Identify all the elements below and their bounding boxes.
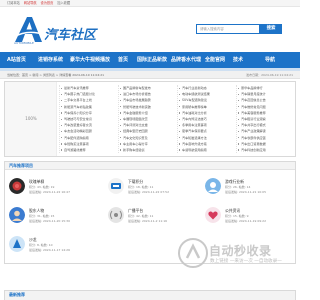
avatar[interactable] (108, 178, 124, 194)
member-last-post: 最后发帖: 2024-11-21 10:05 (225, 190, 266, 194)
member-stats: 积分: 8, 帖数: 10 (29, 243, 53, 247)
member-last-post: 最后发帖: 2024-11-17 14:26 (29, 248, 70, 252)
member-stats: 积分: 18, 帖数: 11 (128, 185, 154, 189)
member-last-post: 最后发帖: 2024-11-22 07:52 (128, 190, 169, 194)
watermark-logo-icon (178, 238, 208, 268)
nav-item-perfume[interactable]: 品牌香水代理 (171, 52, 201, 68)
member-card[interactable]: 广播平台 积分: 42, 帖数: 11 最后发帖: 2024-11-2 11:1… (108, 207, 188, 229)
nav-item-guide[interactable]: 导航 (265, 52, 275, 68)
nav-item-inventory[interactable]: 进销存系统 (38, 52, 63, 68)
topbar-link-sitemap[interactable]: 网站导航 (24, 1, 37, 5)
news-column-2: 国产品牌新车型发布 进口车市场分析报告 汽车后市场发展趋势 智能驾驶技术新突破 … (118, 85, 176, 153)
person-avatar-icon (9, 207, 25, 223)
top-utility-bar: 订阅本站 网站导航 设为首页 加入收藏 (0, 0, 300, 7)
news-link[interactable]: 新手购车经验谈 (119, 147, 176, 153)
main-navigation: A站首页 进销存系统 豪华大牛视频播放 首页 国际正品新款 品牌香水代理 全能官… (0, 52, 300, 68)
news-column-3: 汽车行业最新动态 电动车续航测试结果 SUV车型选购建议 家用轿车推荐榜单 汽车… (177, 85, 235, 153)
page: 订阅本站 网站导航 设为首页 加入收藏 汽车社区 AUTOMOBILE 请输入搜… (0, 0, 300, 300)
search-button[interactable]: 搜索 (260, 24, 282, 34)
nav-item-index[interactable]: 首页 (118, 52, 128, 68)
member-stats: 积分: 42, 帖数: 11 (128, 214, 154, 218)
nav-item-video[interactable]: 豪华大牛视频播放 (70, 52, 110, 68)
featured-news-block: 100% 最新汽车资讯推荐 汽车圈子热门话题讨论 二手车交易平台上线 新能源汽车… (4, 81, 296, 157)
member-stats: 积分: 43, 帖数: 19 (29, 185, 55, 189)
latest-section-title: 最新推荐 (9, 292, 25, 297)
member-last-post: 最后发帖: 2024-11-20 15:30 (29, 219, 70, 223)
watermark-text: 自动秒收录 (209, 244, 272, 258)
member-last-post: 最后发帖: 2024-11-22 16:47 (29, 190, 70, 194)
broadcast-avatar-icon (108, 207, 124, 223)
news-link[interactable]: 车载导航使用指南 (178, 147, 235, 153)
news-link[interactable]: 汽车科技创新应用 (237, 147, 295, 153)
logo-subtext: AUTOMOBILE (14, 41, 34, 45)
nav-item-official[interactable]: 全能官网 (205, 52, 225, 68)
image-zoom-label: 100% (25, 116, 37, 121)
breadcrumb: 当前位置：首页 > 新闻 > 浏览列表 > 详情查看 2024-06-19 11… (0, 71, 300, 79)
nav-item-international[interactable]: 国际正品新款 (137, 52, 167, 68)
member-stats: 积分: 15, 帖数: 9 (225, 214, 249, 218)
heart-avatar-icon (205, 207, 221, 223)
member-last-post: 最后发帖: 2024-11-19 09:22 (225, 219, 266, 223)
featured-image[interactable]: 100% (5, 82, 57, 156)
member-stats: 积分: 31, 帖数: 15 (29, 214, 55, 218)
nav-item-tech[interactable]: 技术 (233, 52, 243, 68)
member-card[interactable]: 公共资讯 积分: 15, 帖数: 9 最后发帖: 2024-11-19 09:2… (205, 207, 285, 229)
watermark-subtext: 数上链接 一来访一次 一自动收录一 (210, 259, 282, 264)
topbar-link-subscribe[interactable]: 订阅本站 (7, 1, 20, 5)
member-card[interactable]: 沙龙 积分: 8, 帖数: 10 最后发帖: 2024-11-17 14:26 (9, 236, 89, 258)
member-card[interactable]: 玫瑰单柳 积分: 43, 帖数: 19 最后发帖: 2024-11-22 16:… (9, 178, 89, 200)
avatar[interactable] (205, 178, 221, 194)
member-section-header: 汽车推荐项目 (5, 162, 295, 170)
rose-avatar-icon (9, 178, 25, 194)
member-section-title: 汽车推荐项目 (9, 163, 33, 168)
news-column-4: 豪华车品牌排行 汽车销量月度统计 汽车召回信息公告 汽车维修常见问题 汽车美容服… (236, 85, 295, 153)
salon-avatar-icon (9, 236, 25, 252)
game-avatar-icon (205, 178, 221, 194)
member-card[interactable]: 下载积分 积分: 18, 帖数: 11 最后发帖: 2024-11-22 07:… (108, 178, 188, 200)
publish-date: 发布日期：2024-06-19 11:04:21 (246, 73, 293, 77)
logo-avatar-icon (108, 178, 124, 194)
topbar-link-set-homepage[interactable]: 设为首页 (41, 1, 54, 5)
news-column-1: 最新汽车资讯推荐 汽车圈子热门话题讨论 二手车交易平台上线 新能源汽车补贴政策 … (59, 85, 117, 153)
avatar[interactable] (9, 178, 25, 194)
nav-item-home[interactable]: A站首页 (7, 52, 26, 68)
member-card[interactable]: 股东人物 积分: 31, 帖数: 15 最后发帖: 2024-11-20 15:… (9, 207, 89, 229)
watermark-overlay: 自动秒收录 数上链接 一来访一次 一自动收录一 (176, 236, 300, 270)
member-last-post: 最后发帖: 2024-11-2 11:16 (128, 219, 168, 223)
member-card[interactable]: 游戏行业新 积分: 26, 帖数: 14 最后发帖: 2024-11-21 10… (205, 178, 285, 200)
avatar[interactable] (9, 236, 25, 252)
site-header: 汽车社区 AUTOMOBILE 请输入搜索内容 搜索 (0, 7, 300, 52)
member-stats: 积分: 26, 帖数: 14 (225, 185, 251, 189)
logo-wordmark: 汽车社区 (44, 28, 97, 43)
avatar[interactable] (9, 207, 25, 223)
breadcrumb-path: 当前位置：首页 > 新闻 > 浏览列表 > 详情查看 2024-06-19 11… (7, 73, 105, 77)
avatar[interactable] (108, 207, 124, 223)
avatar[interactable] (205, 207, 221, 223)
latest-section: 最新推荐 (4, 290, 296, 300)
topbar-link-bookmark[interactable]: 加入收藏 (57, 1, 70, 5)
search-input[interactable]: 请输入搜索内容 (196, 24, 260, 34)
site-logo[interactable]: 汽车社区 AUTOMOBILE (12, 17, 96, 49)
news-link[interactable]: 自驾游路线推荐 (60, 147, 117, 153)
